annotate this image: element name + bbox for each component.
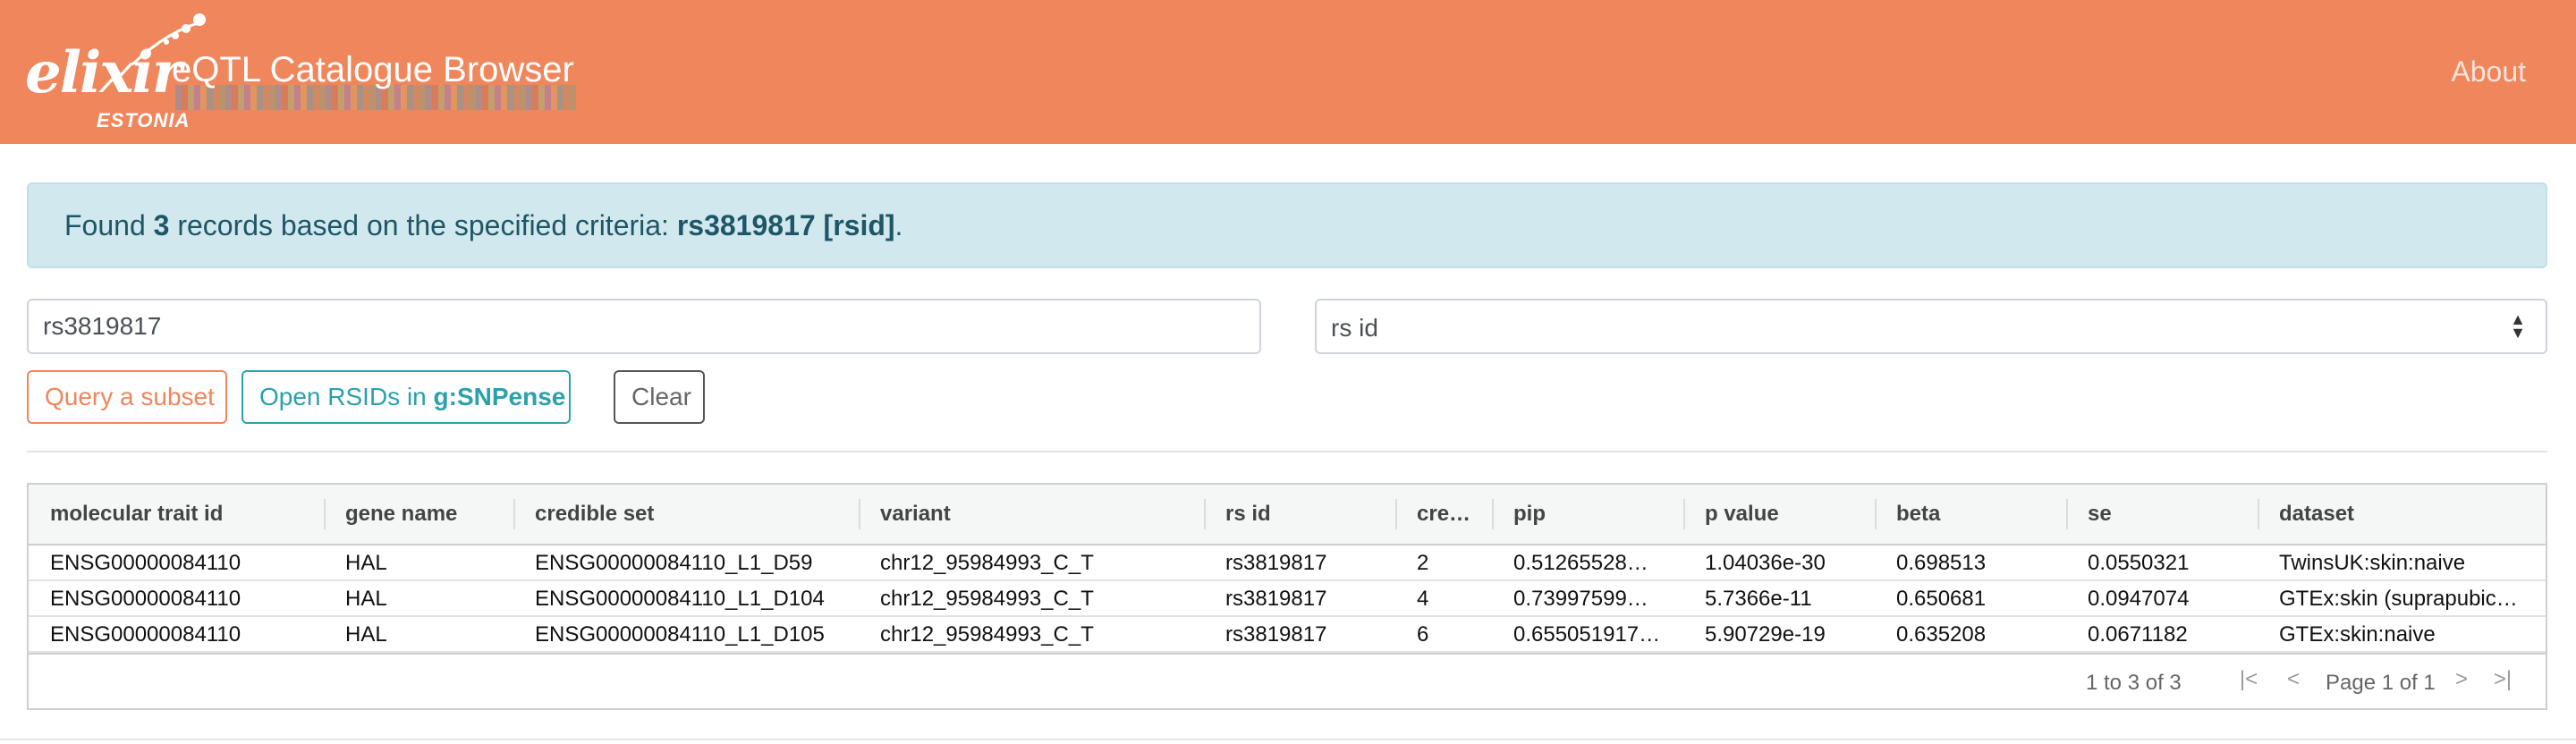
header-dataset[interactable]: dataset [2258, 485, 2546, 544]
cell-dataset: GTEx:skin:naive [2279, 622, 2436, 647]
cell-rs-id: rs3819817 [1225, 587, 1327, 611]
alert-prefix: Found [64, 209, 146, 241]
cell-cs-size: 4 [1417, 587, 1429, 611]
page-bottom-divider [0, 739, 2576, 740]
header-cs-size[interactable]: cre… [1395, 485, 1492, 544]
cell-se: 0.0550321 [2088, 551, 2190, 575]
header-beta[interactable]: beta [1875, 485, 2066, 544]
cell-beta: 0.635208 [1896, 622, 1987, 647]
cell-pip: 0.73997599… [1513, 587, 1648, 611]
search-type-select[interactable]: rs id ▲ ▼ [1315, 299, 2547, 354]
header-rs-id[interactable]: rs id [1204, 485, 1395, 544]
cell-beta: 0.698513 [1896, 551, 1987, 575]
alert-middle: records based on the specified criteria: [177, 209, 669, 241]
logo-subtitle: ESTONIA [97, 109, 191, 131]
cell-variant: chr12_95984993_C_T [880, 622, 1094, 647]
cell-p-value: 1.04036e-30 [1705, 551, 1826, 575]
table-header: molecular trait id gene name credible se… [29, 485, 2546, 545]
search-input[interactable] [27, 299, 1261, 354]
cell-se: 0.0947074 [2088, 587, 2190, 611]
clear-button[interactable]: Clear [614, 370, 705, 424]
first-page-icon[interactable]: |< [2236, 667, 2261, 692]
open-rsids-button[interactable]: Open RSIDs in g:SNPense [242, 370, 571, 424]
cell-dataset: TwinsUK:skin:naive [2279, 551, 2466, 575]
header-pip[interactable]: pip [1492, 485, 1683, 544]
cell-credible-set: ENSG00000084110_L1_D104 [535, 587, 825, 611]
cell-p-value: 5.90729e-19 [1705, 622, 1826, 647]
header-gene-name[interactable]: gene name [324, 485, 513, 544]
table-row[interactable]: ENSG00000084110 HAL ENSG00000084110_L1_D… [29, 545, 2546, 581]
cell-credible-set: ENSG00000084110_L1_D59 [535, 551, 813, 575]
previous-page-icon[interactable]: < [2281, 667, 2306, 692]
query-subset-button[interactable]: Query a subset [27, 370, 227, 424]
next-page-icon[interactable]: > [2449, 667, 2474, 692]
cell-molecular-trait-id: ENSG00000084110 [50, 622, 242, 647]
table-pagination: 1 to 3 of 3 |< < Page 1 of 1 > >| [29, 653, 2546, 710]
cell-p-value: 5.7366e-11 [1705, 587, 1812, 611]
header-p-value[interactable]: p value [1683, 485, 1875, 544]
results-alert: Found 3 records based on the specified c… [27, 182, 2547, 268]
header-se[interactable]: se [2066, 485, 2258, 544]
cell-variant: chr12_95984993_C_T [880, 587, 1094, 611]
row-count-summary: 1 to 3 of 3 [2086, 671, 2182, 695]
select-caret-icon: ▲ ▼ [2510, 310, 2526, 342]
cell-gene-name: HAL [345, 622, 387, 647]
cell-pip: 0.51265528… [1513, 551, 1648, 575]
open-rsids-target: g:SNPense [433, 383, 566, 410]
cell-cs-size: 6 [1417, 622, 1429, 647]
header-variant[interactable]: variant [859, 485, 1204, 544]
cell-dataset: GTEx:skin (suprapubic… [2279, 587, 2518, 611]
cell-se: 0.0671182 [2088, 622, 2188, 647]
navbar: elixir ESTONIA eQTL Catalogue Browser Ab… [0, 0, 2576, 144]
cell-rs-id: rs3819817 [1225, 551, 1327, 575]
cell-gene-name: HAL [345, 551, 387, 575]
select-value: rs id [1331, 314, 1378, 342]
alert-count: 3 [153, 209, 170, 241]
table-row[interactable]: ENSG00000084110 HAL ENSG00000084110_L1_D… [29, 617, 2546, 653]
table-row[interactable]: ENSG00000084110 HAL ENSG00000084110_L1_D… [29, 581, 2546, 617]
cell-rs-id: rs3819817 [1225, 622, 1327, 647]
last-page-icon[interactable]: >| [2490, 667, 2515, 692]
alert-suffix: . [894, 209, 903, 241]
page-indicator: Page 1 of 1 [2326, 671, 2436, 695]
cell-molecular-trait-id: ENSG00000084110 [50, 587, 242, 611]
cell-variant: chr12_95984993_C_T [880, 551, 1094, 575]
header-credible-set[interactable]: credible set [513, 485, 859, 544]
cell-credible-set: ENSG00000084110_L1_D105 [535, 622, 825, 647]
cell-beta: 0.650681 [1896, 587, 1987, 611]
header-molecular-trait-id[interactable]: molecular trait id [29, 485, 324, 544]
alert-text: Found 3 records based on the specified c… [64, 209, 902, 242]
cell-pip: 0.655051917… [1513, 622, 1661, 647]
open-rsids-prefix: Open RSIDs in [259, 383, 427, 410]
logo-wordmark: elixir [25, 39, 182, 106]
divider [27, 451, 2547, 452]
cell-molecular-trait-id: ENSG00000084110 [50, 551, 242, 575]
cell-gene-name: HAL [345, 587, 387, 611]
alert-criteria: rs3819817 [rsid] [676, 209, 895, 241]
app-title[interactable]: eQTL Catalogue Browser [172, 50, 574, 90]
about-link[interactable]: About [2451, 55, 2526, 89]
cell-cs-size: 2 [1417, 551, 1429, 575]
results-table: molecular trait id gene name credible se… [27, 483, 2547, 710]
